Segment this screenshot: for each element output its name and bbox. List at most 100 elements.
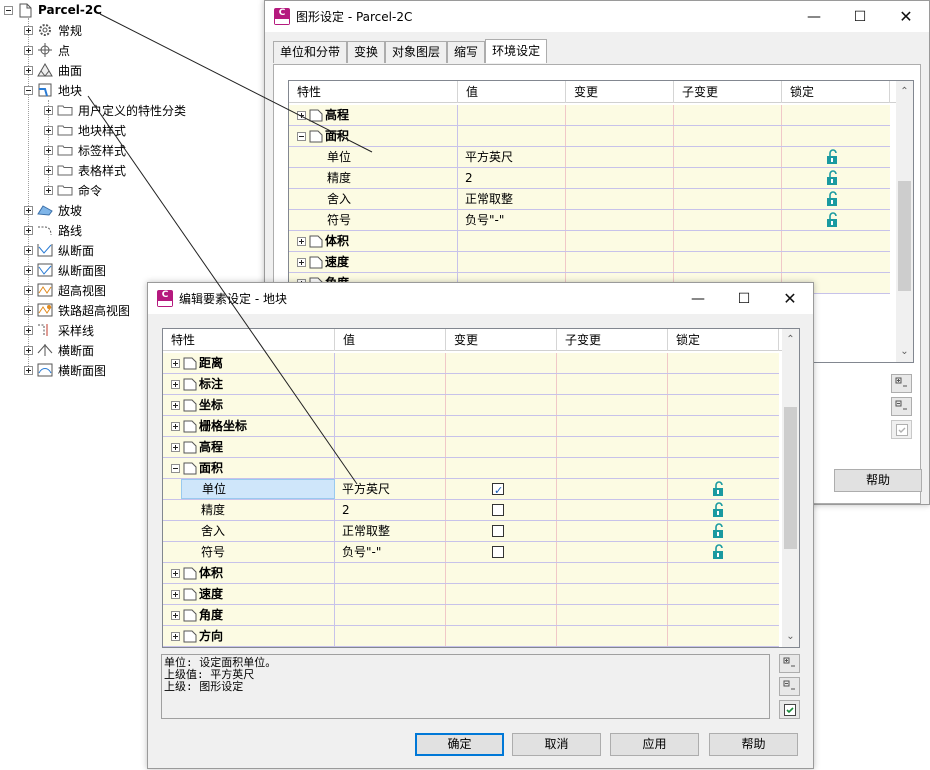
tree-item-rail-superelevation[interactable]: 铁路超高视图 xyxy=(24,300,130,320)
tree-item-superelevation[interactable]: 超高视图 xyxy=(24,280,106,300)
expand-icon[interactable] xyxy=(24,45,33,55)
column-header[interactable]: 值 xyxy=(458,81,566,103)
cancel-button[interactable]: 取消 xyxy=(512,733,601,756)
expand-icon[interactable] xyxy=(297,110,306,120)
scroll-down-icon[interactable]: ⌄ xyxy=(896,343,913,360)
unlocked-icon[interactable] xyxy=(712,502,726,518)
scroll-thumb[interactable] xyxy=(784,407,797,549)
table-row[interactable]: 符号 负号"-" xyxy=(289,210,890,231)
apply-button[interactable]: 应用 xyxy=(610,733,699,756)
maximize-icon[interactable]: ☐ xyxy=(837,1,883,32)
table-row[interactable]: 速度 xyxy=(289,252,890,273)
table-row[interactable]: 面积 xyxy=(289,126,890,147)
tab-ambient-settings[interactable]: 环境设定 xyxy=(485,39,548,63)
column-header[interactable]: 子变更 xyxy=(557,329,668,351)
table-row[interactable]: 单位 平方英尺 xyxy=(163,479,779,501)
column-header[interactable]: 特性 xyxy=(163,329,335,351)
expand-icon[interactable] xyxy=(171,358,180,368)
tree-item-surface[interactable]: 曲面 xyxy=(24,60,82,80)
expand-icon[interactable] xyxy=(24,365,33,375)
expand-icon[interactable] xyxy=(24,305,33,315)
tree-item-commands[interactable]: 命令 xyxy=(44,180,102,200)
collapse-icon[interactable] xyxy=(171,463,180,473)
tree-item-alignment[interactable]: 路线 xyxy=(24,220,82,240)
unlocked-icon[interactable] xyxy=(826,212,840,228)
expand-icon[interactable] xyxy=(44,105,53,115)
maximize-icon[interactable]: ☐ xyxy=(721,283,767,314)
minimize-icon[interactable]: — xyxy=(791,1,837,32)
tree-item-sample-line[interactable]: 采样线 xyxy=(24,320,94,340)
expand-icon[interactable] xyxy=(171,568,180,578)
expand-icon[interactable] xyxy=(171,610,180,620)
table-row[interactable]: 方向 xyxy=(163,626,779,647)
expand-icon[interactable] xyxy=(44,125,53,135)
tree-item-user-defined[interactable]: 用户定义的特性分类 xyxy=(44,100,186,120)
scroll-thumb[interactable] xyxy=(898,181,911,291)
vertical-scrollbar[interactable]: ⌃ ⌄ xyxy=(782,329,799,647)
column-header[interactable]: 子变更 xyxy=(674,81,782,103)
column-header[interactable]: 值 xyxy=(335,329,446,351)
expand-all-icon[interactable] xyxy=(891,374,912,393)
tab-transformation[interactable]: 变换 xyxy=(347,41,386,63)
checkmark-icon[interactable] xyxy=(779,700,800,719)
expand-icon[interactable] xyxy=(24,25,33,35)
collapse-icon[interactable] xyxy=(24,85,33,95)
expand-icon[interactable] xyxy=(171,400,180,410)
tree-item-point[interactable]: 点 xyxy=(24,40,70,60)
column-header[interactable]: 锁定 xyxy=(782,81,890,103)
expand-icon[interactable] xyxy=(24,285,33,295)
property-value[interactable]: 平方英尺 xyxy=(458,147,566,167)
property-value[interactable]: 2 xyxy=(335,500,446,520)
property-value[interactable]: 2 xyxy=(458,168,566,188)
checkmark-icon[interactable] xyxy=(891,420,912,439)
table-row[interactable]: 面积 xyxy=(163,458,779,479)
expand-icon[interactable] xyxy=(44,145,53,155)
table-row[interactable]: 坐标 xyxy=(163,395,779,416)
tab-object-layers[interactable]: 对象图层 xyxy=(385,41,448,63)
expand-icon[interactable] xyxy=(44,185,53,195)
scroll-up-icon[interactable]: ⌃ xyxy=(782,331,799,348)
close-icon[interactable]: ✕ xyxy=(767,283,813,314)
tree-item-parcel-styles[interactable]: 地块样式 xyxy=(44,120,126,140)
table-row[interactable]: 栅格坐标 xyxy=(163,416,779,437)
expand-icon[interactable] xyxy=(171,421,180,431)
unlocked-icon[interactable] xyxy=(712,481,726,497)
expand-icon[interactable] xyxy=(24,205,33,215)
unlocked-icon[interactable] xyxy=(826,170,840,186)
expand-all-icon[interactable] xyxy=(779,654,800,673)
expand-icon[interactable] xyxy=(24,65,33,75)
tree-root[interactable]: Parcel-2C xyxy=(4,0,102,20)
table-row[interactable]: 符号 负号"-" xyxy=(163,542,779,563)
expand-icon[interactable] xyxy=(24,225,33,235)
tree-item-grading[interactable]: 放坡 xyxy=(24,200,82,220)
tree-item-parcel[interactable]: 地块 xyxy=(24,80,82,100)
property-value[interactable]: 正常取整 xyxy=(335,521,446,541)
table-row[interactable]: 距离 xyxy=(163,353,779,374)
unlocked-icon[interactable] xyxy=(712,544,726,560)
table-row[interactable]: 标注 xyxy=(163,374,779,395)
table-row[interactable]: 精度 2 xyxy=(163,500,779,521)
collapse-icon[interactable] xyxy=(4,5,13,15)
minimize-icon[interactable]: — xyxy=(675,283,721,314)
collapse-all-icon[interactable] xyxy=(891,397,912,416)
ok-button[interactable]: 确定 xyxy=(415,733,504,756)
tab-abbreviations[interactable]: 缩写 xyxy=(447,41,486,63)
property-value[interactable]: 负号"-" xyxy=(335,542,446,562)
override-checkbox[interactable] xyxy=(492,546,504,558)
scroll-down-icon[interactable]: ⌄ xyxy=(782,628,799,645)
override-checkbox[interactable] xyxy=(492,504,504,516)
tree-item-label-styles[interactable]: 标签样式 xyxy=(44,140,126,160)
table-row[interactable]: 角度 xyxy=(163,605,779,626)
tree-item-section-view[interactable]: 横断面图 xyxy=(24,360,106,380)
column-header[interactable]: 变更 xyxy=(446,329,557,351)
expand-icon[interactable] xyxy=(24,325,33,335)
tree-item-table-styles[interactable]: 表格样式 xyxy=(44,160,126,180)
help-button[interactable]: 帮助 xyxy=(834,469,922,492)
tree-item-general[interactable]: 常规 xyxy=(24,20,82,40)
unlocked-icon[interactable] xyxy=(826,149,840,165)
override-checkbox[interactable] xyxy=(492,525,504,537)
table-row[interactable]: 高程 xyxy=(163,437,779,458)
property-value[interactable]: 正常取整 xyxy=(458,189,566,209)
collapse-icon[interactable] xyxy=(297,131,306,141)
expand-icon[interactable] xyxy=(24,265,33,275)
